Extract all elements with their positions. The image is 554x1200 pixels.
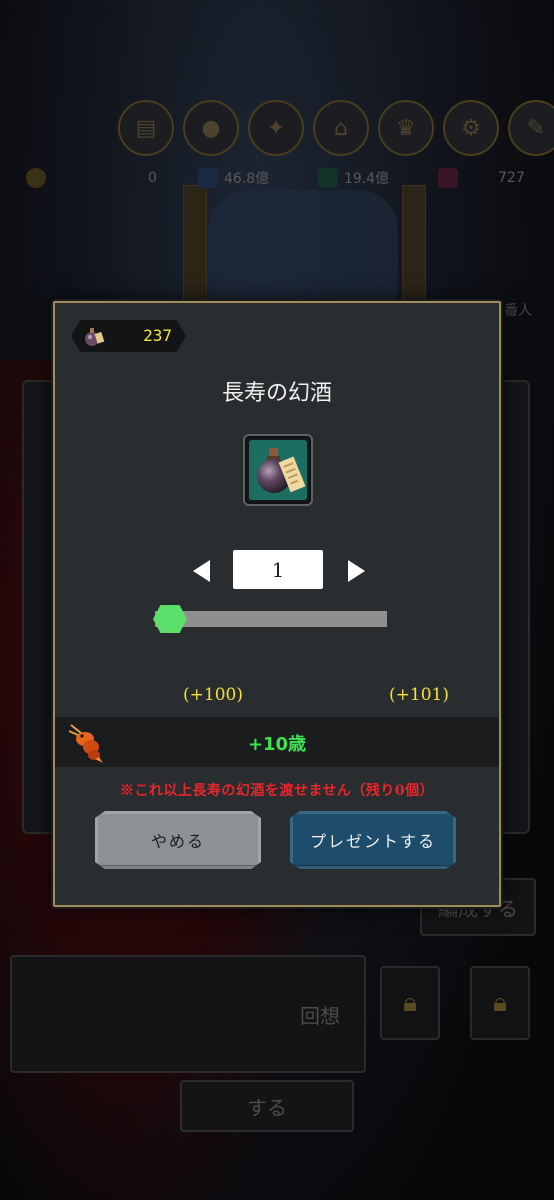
home-icon[interactable]: ⌂	[313, 100, 369, 156]
resource-green-gem: 19.4億	[318, 166, 389, 190]
background-left-panel	[22, 380, 54, 834]
stat-after-value: (+101)	[389, 685, 449, 705]
bird-icon[interactable]: ✦	[248, 100, 304, 156]
present-item-dialog: 237 長寿の幻酒 1 (+100) (+101) +10歳 ※これ以上長寿の幻…	[53, 301, 501, 907]
background-side-label: 番人	[504, 303, 532, 319]
green-gem-icon	[318, 168, 338, 188]
diamond-value: 727	[498, 170, 525, 186]
resource-coin: 0	[26, 166, 157, 190]
owned-count-badge: 237	[71, 320, 186, 352]
coin-icon	[26, 168, 46, 188]
resource-diamond: 727	[438, 166, 525, 190]
background-pillar-right	[402, 185, 426, 307]
background-window	[208, 190, 398, 305]
background-pillar-left	[183, 185, 207, 307]
effect-text: +10歳	[247, 734, 307, 755]
present-button[interactable]: プレゼントする	[290, 811, 456, 869]
coin-value: 0	[148, 170, 157, 186]
diamond-icon	[438, 168, 458, 188]
present-button-label: プレゼントする	[309, 832, 436, 851]
cancel-button[interactable]: やめる	[95, 811, 261, 869]
blue-gem-icon	[198, 168, 218, 188]
decrease-quantity-arrow-icon[interactable]	[193, 560, 210, 582]
lock-icon: 🔒︎	[380, 966, 440, 1040]
effect-row: +10歳	[55, 717, 499, 767]
elixir-bottle-icon	[257, 448, 306, 493]
increase-quantity-arrow-icon[interactable]	[348, 560, 365, 582]
gear-icon[interactable]: ⚙	[443, 100, 499, 156]
stat-before-value: (+100)	[183, 685, 243, 705]
lock-icon: 🔒︎	[470, 966, 530, 1040]
green-gem-value: 19.4億	[344, 171, 390, 187]
cancel-button-label: やめる	[150, 832, 205, 851]
warning-message: ※これ以上長寿の幻酒を渡せません（残り0個）	[119, 783, 435, 799]
trophy-icon[interactable]: ♛	[378, 100, 434, 156]
top-menu-bar: ▤ ● ✦ ⌂ ♛ ⚙ ✎	[118, 100, 554, 156]
resource-blue-gem: 46.8億	[198, 166, 269, 190]
item-title: 長寿の幻酒	[221, 381, 332, 406]
wrench-icon[interactable]: ✎	[508, 100, 554, 156]
elixir-bottle-icon	[85, 328, 105, 346]
orb-icon[interactable]: ●	[183, 100, 239, 156]
owned-count: 237	[143, 326, 172, 345]
item-image-frame	[243, 434, 313, 506]
recall-button[interactable]: 回想	[10, 955, 366, 1073]
background-action-button[interactable]: する	[180, 1080, 354, 1132]
quantity-field[interactable]: 1	[233, 550, 323, 589]
quantity-slider-handle[interactable]	[153, 605, 187, 633]
quantity-slider-track[interactable]	[155, 611, 387, 627]
book-icon[interactable]: ▤	[118, 100, 174, 156]
blue-gem-value: 46.8億	[224, 171, 270, 187]
background-right-panel	[498, 380, 530, 834]
